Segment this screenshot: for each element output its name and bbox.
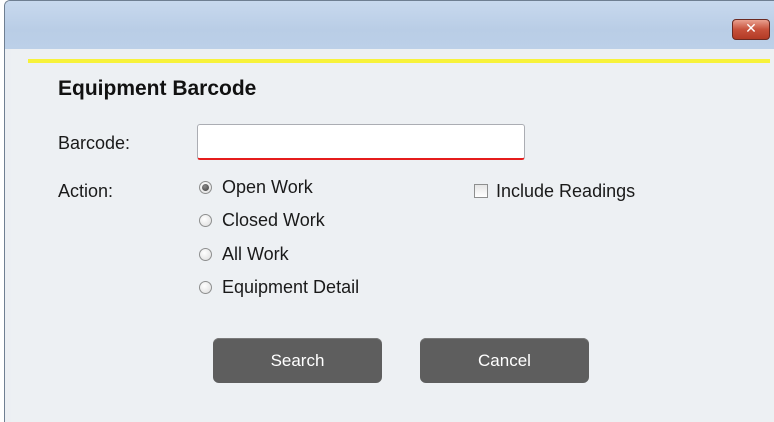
radio-closed-work[interactable]: Closed Work [199, 208, 325, 232]
close-icon: ✕ [745, 21, 757, 37]
include-readings-checkbox[interactable] [474, 184, 488, 198]
accent-bar [28, 59, 770, 63]
include-readings-label: Include Readings [496, 180, 636, 201]
search-button[interactable]: Search [213, 338, 382, 383]
radio-label: All Work [222, 243, 289, 264]
cancel-button[interactable]: Cancel [420, 338, 589, 383]
radio-open-work[interactable]: Open Work [199, 175, 313, 199]
dialog-title: Equipment Barcode [58, 77, 257, 100]
barcode-input[interactable] [197, 124, 525, 160]
title-bar[interactable]: ✕ [5, 1, 774, 49]
radio-label: Equipment Detail [222, 276, 360, 297]
radio-button[interactable] [199, 247, 212, 261]
barcode-label: Barcode: [58, 133, 131, 153]
dialog-body: Equipment Barcode Barcode: Action: Open … [11, 49, 774, 422]
dialog-window: ✕ Equipment Barcode Barcode: Action: Ope… [4, 0, 774, 422]
close-button[interactable]: ✕ [732, 19, 770, 40]
action-label: Action: [58, 181, 114, 201]
radio-label: Closed Work [222, 209, 325, 230]
include-readings-option[interactable]: Include Readings [474, 179, 635, 203]
radio-button[interactable] [199, 280, 212, 294]
cancel-button-label: Cancel [478, 351, 531, 370]
search-button-label: Search [270, 351, 325, 370]
radio-equipment-detail[interactable]: Equipment Detail [199, 275, 359, 299]
radio-button[interactable] [199, 213, 212, 227]
radio-button[interactable] [199, 180, 212, 194]
radio-all-work[interactable]: All Work [199, 242, 289, 266]
radio-label: Open Work [222, 176, 313, 197]
